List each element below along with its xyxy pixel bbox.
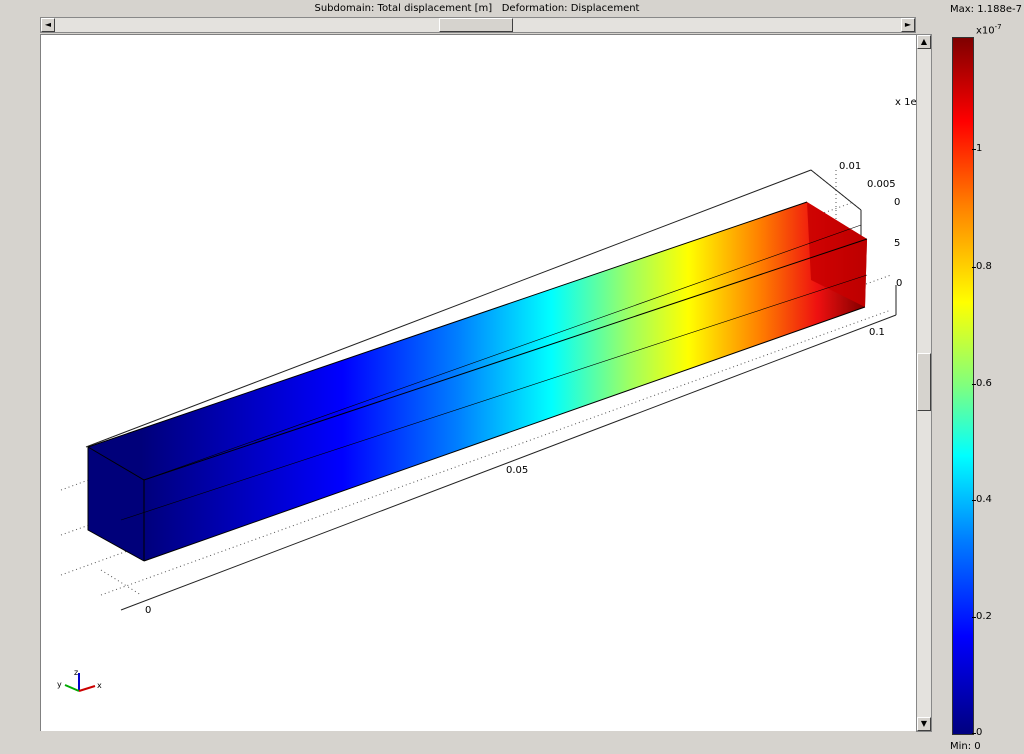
beam-3d-plot: x 1e 0.01 0.005 0 5 0 0 0.05 0.1 z y x: [57, 97, 917, 692]
vertical-scrollbar[interactable]: ▲ ▼: [916, 34, 932, 732]
scroll-up-button[interactable]: ▲: [917, 35, 931, 49]
triad-x-axis: [78, 685, 96, 692]
colorbar-tick-label-0: 0: [976, 727, 983, 738]
y-tick-0: 0.01: [839, 161, 861, 172]
x-tick-1: 0.05: [506, 465, 528, 476]
triad-y-axis: [64, 684, 80, 692]
scroll-down-button[interactable]: ▼: [917, 717, 931, 731]
x-tick-2: 0.1: [869, 327, 885, 338]
scroll-right-button[interactable]: ►: [901, 18, 915, 32]
title-deformation: Deformation: Displacement: [501, 3, 640, 14]
colorbar-tick-label-0-4: 0.4: [976, 494, 992, 505]
colorbar-min-label: Min: 0: [950, 741, 981, 752]
z-tick-2: 0: [896, 278, 902, 289]
z-tick-0: 0: [894, 197, 900, 208]
y-tick-1: 0.005: [867, 179, 896, 190]
axis-triad: z y x: [57, 668, 102, 692]
scroll-left-button[interactable]: ◄: [41, 18, 55, 32]
horizontal-scroll-thumb[interactable]: [439, 18, 513, 32]
triad-x-label: x: [97, 681, 102, 690]
vertical-scroll-thumb[interactable]: [917, 353, 931, 411]
colorbar: [952, 37, 974, 735]
plot-title: Subdomain: Total displacement [m] Deform…: [40, 2, 914, 15]
triad-z-label: z: [74, 668, 78, 677]
colorbar-tick-label-0-6: 0.6: [976, 378, 992, 389]
plot-canvas[interactable]: x 1e 0.01 0.005 0 5 0 0 0.05 0.1 z y x: [40, 34, 917, 731]
x-tick-0: 0: [145, 605, 151, 616]
horizontal-scrollbar[interactable]: ◄ ►: [40, 17, 916, 33]
colorbar-tick-label-1: 1: [976, 143, 983, 154]
title-subdomain: Subdomain: Total displacement [m]: [314, 3, 493, 14]
colorbar-max-label: Max: 1.188e-7: [950, 4, 1022, 15]
exponent-label: x 1e: [895, 97, 917, 108]
colorbar-tick-label-0-2: 0.2: [976, 611, 992, 622]
colorbar-tick-label-0-8: 0.8: [976, 261, 992, 272]
colorbar-exponent: x10-7: [976, 23, 1002, 37]
z-tick-1: 5: [894, 238, 900, 249]
triad-y-label: y: [57, 680, 62, 689]
